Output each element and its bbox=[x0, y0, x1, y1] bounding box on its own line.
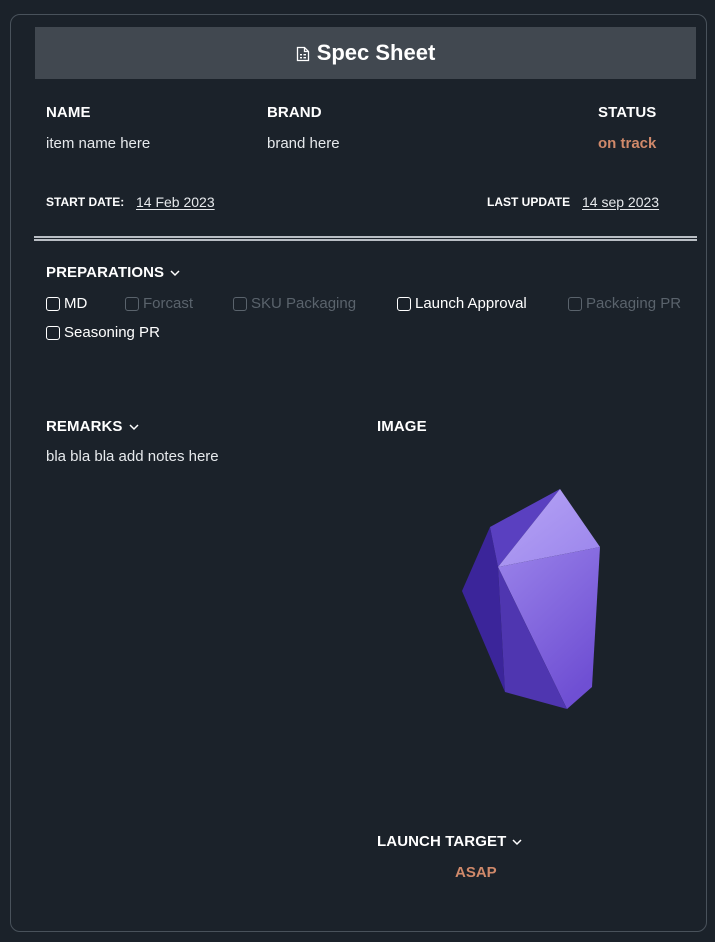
spec-sheet-card: Spec Sheet NAME item name here BRAND bra… bbox=[10, 14, 707, 932]
chevron-down-icon bbox=[512, 838, 522, 845]
crystal-gem-image bbox=[462, 489, 600, 709]
chevron-down-icon bbox=[129, 423, 139, 430]
remarks-toggle[interactable]: REMARKS bbox=[46, 418, 140, 435]
checkbox-box[interactable] bbox=[125, 296, 139, 311]
last-update-label: LAST UPDATE bbox=[487, 195, 571, 209]
checkbox-packaging-pr[interactable]: Packaging PR bbox=[568, 295, 681, 312]
remarks-value[interactable]: bla bla bla add notes here bbox=[46, 448, 219, 465]
launch-target-toggle[interactable]: LAUNCH TARGET bbox=[377, 833, 523, 850]
preparations-toggle[interactable]: PREPARATIONS bbox=[46, 264, 181, 281]
checkbox-label: Launch Approval bbox=[415, 295, 527, 312]
status-value[interactable]: on track bbox=[598, 135, 656, 152]
checkbox-seasoning-pr[interactable]: Seasoning PR bbox=[46, 324, 160, 341]
page-title: Spec Sheet bbox=[316, 40, 436, 65]
checkbox-box[interactable] bbox=[46, 325, 60, 340]
brand-value[interactable]: brand here bbox=[267, 135, 340, 152]
checkbox-box[interactable] bbox=[233, 296, 247, 311]
checkbox-label: Forcast bbox=[143, 295, 194, 312]
preparations-label: PREPARATIONS bbox=[46, 264, 165, 281]
checkbox-sku-packaging[interactable]: SKU Packaging bbox=[233, 295, 356, 312]
image-label: IMAGE bbox=[377, 418, 427, 435]
section-divider bbox=[34, 236, 697, 241]
status-label: STATUS bbox=[598, 104, 657, 121]
checkbox-forcast[interactable]: Forcast bbox=[125, 295, 193, 312]
start-date-label: START DATE: bbox=[46, 195, 125, 209]
checkbox-box[interactable] bbox=[568, 296, 582, 311]
name-value[interactable]: item name here bbox=[46, 135, 150, 152]
launch-target-label: LAUNCH TARGET bbox=[377, 833, 507, 850]
start-date-value[interactable]: 14 Feb 2023 bbox=[136, 194, 215, 210]
brand-label: BRAND bbox=[267, 104, 322, 121]
checkbox-label: MD bbox=[64, 295, 88, 312]
checkbox-label: Packaging PR bbox=[586, 295, 682, 312]
checkbox-label: SKU Packaging bbox=[251, 295, 357, 312]
launch-target-value[interactable]: ASAP bbox=[455, 864, 497, 881]
checkbox-md[interactable]: MD bbox=[46, 295, 87, 312]
checkbox-label: Seasoning PR bbox=[64, 324, 160, 341]
remarks-label: REMARKS bbox=[46, 418, 123, 435]
checkbox-box[interactable] bbox=[397, 296, 411, 311]
checkbox-box[interactable] bbox=[46, 296, 60, 311]
checkbox-launch-approval[interactable]: Launch Approval bbox=[397, 295, 527, 312]
last-update-value[interactable]: 14 sep 2023 bbox=[582, 194, 659, 210]
spec-sheet-header: Spec Sheet bbox=[35, 27, 696, 79]
name-label: NAME bbox=[46, 104, 91, 121]
document-icon bbox=[296, 46, 309, 62]
chevron-down-icon bbox=[170, 269, 180, 276]
